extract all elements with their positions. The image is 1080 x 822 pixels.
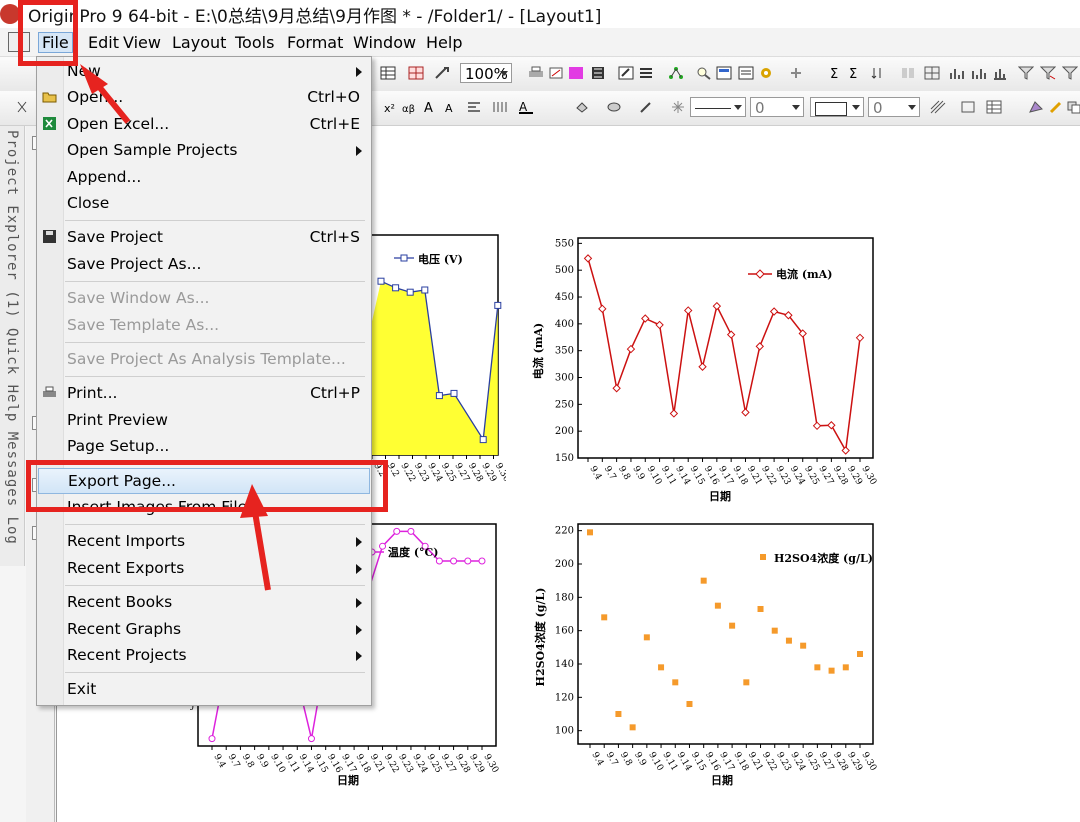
arrow-to-export-head [240,484,268,518]
arrow-to-export [251,505,271,591]
annotation-arrows [80,64,271,591]
